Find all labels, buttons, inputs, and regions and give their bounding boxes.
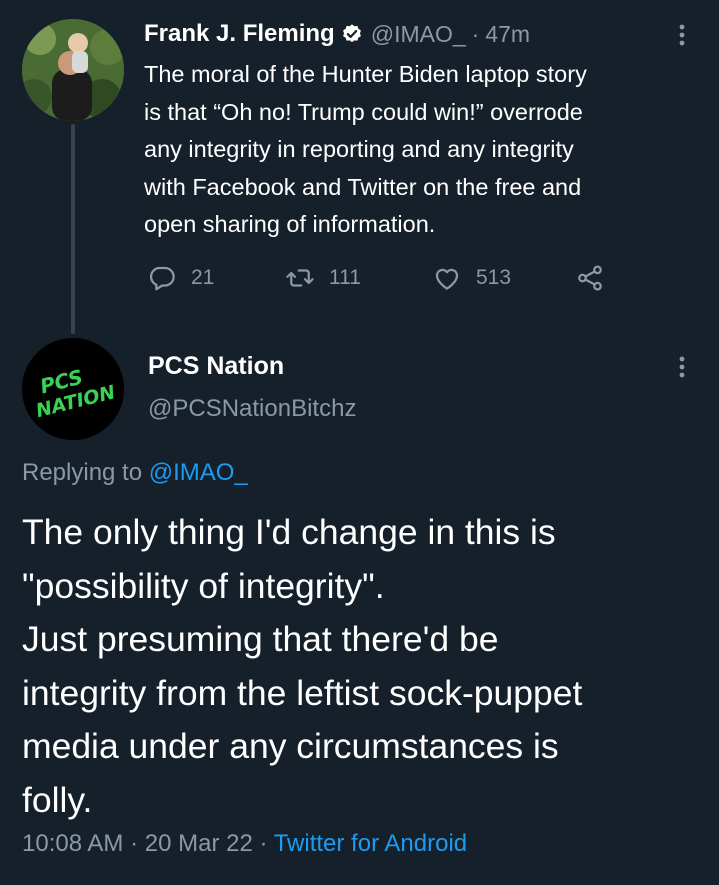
thread-connector-line [71,124,75,334]
reply-button[interactable]: 21 [147,263,214,293]
tweet-date[interactable]: 20 Mar 22 [145,830,253,857]
reply-author-name[interactable]: PCS Nation [148,352,284,381]
replying-to-line: Replying to @IMAO_ [22,459,248,487]
tweet-action-bar: 21 111 513 [147,258,627,298]
meta-separator: · [471,20,480,47]
avatar-photo [22,19,124,121]
verified-badge-icon [341,23,363,45]
replying-to-label: Replying to [22,459,149,486]
parent-tweet-text: The moral of the Hunter Biden laptop sto… [144,61,587,237]
footer-separator: · [252,830,274,857]
reply-tweet-text: The only thing I'd change in this is "po… [22,512,583,820]
pcs-nation-logo: PCS NATION [22,338,124,440]
tweet-time[interactable]: 10:08 AM [22,830,123,857]
share-button[interactable] [575,263,605,293]
more-options-icon[interactable] [668,20,696,50]
author-handle[interactable]: @IMAO_ [371,21,466,48]
author-name[interactable]: Frank J. Fleming [144,20,335,48]
reply-author-avatar[interactable]: PCS NATION [22,338,124,440]
parent-tweet-header: Frank J. Fleming @IMAO_ · 47m [144,17,530,51]
like-icon [435,268,459,290]
like-count: 513 [476,266,512,289]
reply-icon [149,266,175,291]
more-options-icon[interactable] [668,352,696,382]
tweet-source-link[interactable]: Twitter for Android [274,830,467,857]
like-button[interactable]: 513 [432,263,511,293]
replying-to-mention[interactable]: @IMAO_ [149,459,248,486]
reply-author-handle[interactable]: @PCSNationBitchz [148,395,356,423]
tweet-timestamp-footer: 10:08 AM · 20 Mar 22 · Twitter for Andro… [22,830,467,858]
reply-count: 21 [191,266,215,289]
retweet-count: 111 [329,266,361,289]
tweet-time-ago[interactable]: 47m [485,21,530,48]
footer-separator: · [123,830,145,857]
retweet-button[interactable]: 111 [285,263,361,293]
author-avatar[interactable] [22,19,124,121]
retweet-icon [286,269,314,287]
share-icon [578,265,602,291]
